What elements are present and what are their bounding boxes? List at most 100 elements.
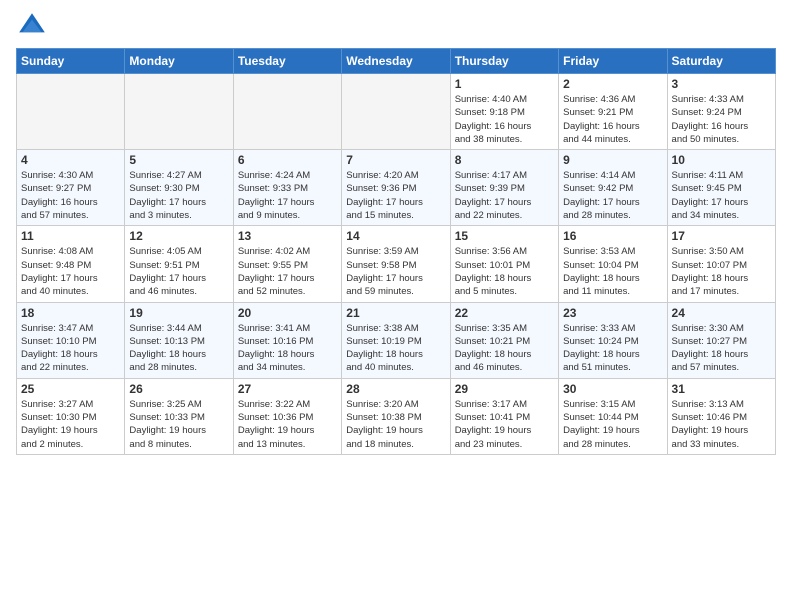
- weekday-tuesday: Tuesday: [233, 49, 341, 74]
- weekday-wednesday: Wednesday: [342, 49, 450, 74]
- day-info: Sunrise: 4:20 AM Sunset: 9:36 PM Dayligh…: [346, 169, 445, 222]
- calendar-cell: 8 Sunrise: 4:17 AM Sunset: 9:39 PM Daylig…: [450, 150, 558, 226]
- day-number: 17: [672, 229, 771, 243]
- day-info: Sunrise: 3:27 AM Sunset: 10:30 PM Daylig…: [21, 398, 120, 451]
- day-info: Sunrise: 4:40 AM Sunset: 9:18 PM Dayligh…: [455, 93, 554, 146]
- day-info: Sunrise: 4:36 AM Sunset: 9:21 PM Dayligh…: [563, 93, 662, 146]
- calendar-cell: 20 Sunrise: 3:41 AM Sunset: 10:16 PM Dayl…: [233, 302, 341, 378]
- calendar-cell: 2 Sunrise: 4:36 AM Sunset: 9:21 PM Daylig…: [559, 74, 667, 150]
- day-info: Sunrise: 3:17 AM Sunset: 10:41 PM Daylig…: [455, 398, 554, 451]
- calendar-cell: 29Sunrise: 3:17 AM Sunset: 10:41 PM Dayl…: [450, 378, 558, 454]
- calendar-cell: 12 Sunrise: 4:05 AM Sunset: 9:51 PM Dayli…: [125, 226, 233, 302]
- day-info: Sunrise: 3:20 AM Sunset: 10:38 PM Daylig…: [346, 398, 445, 451]
- calendar-cell: 7 Sunrise: 4:20 AM Sunset: 9:36 PM Daylig…: [342, 150, 450, 226]
- calendar-cell: 19Sunrise: 3:44 AM Sunset: 10:13 PM Dayl…: [125, 302, 233, 378]
- day-info: Sunrise: 3:56 AM Sunset: 10:01 PM Daylig…: [455, 245, 554, 298]
- calendar-cell: 3 Sunrise: 4:33 AM Sunset: 9:24 PM Daylig…: [667, 74, 775, 150]
- day-number: 12: [129, 229, 228, 243]
- day-info: Sunrise: 3:25 AM Sunset: 10:33 PM Daylig…: [129, 398, 228, 451]
- day-number: 4: [21, 153, 120, 167]
- calendar-cell: 26 Sunrise: 3:25 AM Sunset: 10:33 PM Dayl…: [125, 378, 233, 454]
- calendar-cell: [125, 74, 233, 150]
- calendar-cell: 27 Sunrise: 3:22 AM Sunset: 10:36 PM Dayl…: [233, 378, 341, 454]
- calendar-cell: 1 Sunrise: 4:40 AM Sunset: 9:18 PM Daylig…: [450, 74, 558, 150]
- day-number: 1: [455, 77, 554, 91]
- weekday-header-row: SundayMondayTuesdayWednesdayThursdayFrid…: [17, 49, 776, 74]
- day-number: 27: [238, 382, 337, 396]
- calendar-week-2: 4 Sunrise: 4:30 AM Sunset: 9:27 PM Daylig…: [17, 150, 776, 226]
- day-info: Sunrise: 3:38 AM Sunset: 10:19 PM Daylig…: [346, 322, 445, 375]
- calendar: SundayMondayTuesdayWednesdayThursdayFrid…: [16, 48, 776, 455]
- day-number: 18: [21, 306, 120, 320]
- day-info: Sunrise: 3:59 AM Sunset: 9:58 PM Dayligh…: [346, 245, 445, 298]
- day-number: 26: [129, 382, 228, 396]
- calendar-week-1: 1 Sunrise: 4:40 AM Sunset: 9:18 PM Daylig…: [17, 74, 776, 150]
- day-number: 14: [346, 229, 445, 243]
- day-number: 9: [563, 153, 662, 167]
- calendar-cell: [17, 74, 125, 150]
- day-number: 8: [455, 153, 554, 167]
- calendar-cell: 31 Sunrise: 3:13 AM Sunset: 10:46 PM Dayl…: [667, 378, 775, 454]
- day-info: Sunrise: 4:33 AM Sunset: 9:24 PM Dayligh…: [672, 93, 771, 146]
- calendar-cell: 30Sunrise: 3:15 AM Sunset: 10:44 PM Dayl…: [559, 378, 667, 454]
- day-info: Sunrise: 3:47 AM Sunset: 10:10 PM Daylig…: [21, 322, 120, 375]
- calendar-cell: 25 Sunrise: 3:27 AM Sunset: 10:30 PM Dayl…: [17, 378, 125, 454]
- day-info: Sunrise: 3:13 AM Sunset: 10:46 PM Daylig…: [672, 398, 771, 451]
- calendar-cell: 16Sunrise: 3:53 AM Sunset: 10:04 PM Dayl…: [559, 226, 667, 302]
- day-number: 7: [346, 153, 445, 167]
- weekday-saturday: Saturday: [667, 49, 775, 74]
- day-info: Sunrise: 4:05 AM Sunset: 9:51 PM Dayligh…: [129, 245, 228, 298]
- day-info: Sunrise: 3:41 AM Sunset: 10:16 PM Daylig…: [238, 322, 337, 375]
- calendar-cell: 5 Sunrise: 4:27 AM Sunset: 9:30 PM Daylig…: [125, 150, 233, 226]
- day-info: Sunrise: 4:14 AM Sunset: 9:42 PM Dayligh…: [563, 169, 662, 222]
- day-info: Sunrise: 3:15 AM Sunset: 10:44 PM Daylig…: [563, 398, 662, 451]
- calendar-cell: 18 Sunrise: 3:47 AM Sunset: 10:10 PM Dayl…: [17, 302, 125, 378]
- day-info: Sunrise: 3:30 AM Sunset: 10:27 PM Daylig…: [672, 322, 771, 375]
- day-number: 16: [563, 229, 662, 243]
- day-number: 13: [238, 229, 337, 243]
- calendar-cell: 6Sunrise: 4:24 AM Sunset: 9:33 PM Daylig…: [233, 150, 341, 226]
- page: SundayMondayTuesdayWednesdayThursdayFrid…: [0, 0, 792, 612]
- day-number: 21: [346, 306, 445, 320]
- day-info: Sunrise: 4:17 AM Sunset: 9:39 PM Dayligh…: [455, 169, 554, 222]
- header: [16, 10, 776, 42]
- day-number: 31: [672, 382, 771, 396]
- calendar-cell: 4 Sunrise: 4:30 AM Sunset: 9:27 PM Daylig…: [17, 150, 125, 226]
- day-number: 15: [455, 229, 554, 243]
- calendar-cell: 13 Sunrise: 4:02 AM Sunset: 9:55 PM Dayli…: [233, 226, 341, 302]
- day-number: 2: [563, 77, 662, 91]
- calendar-week-5: 25 Sunrise: 3:27 AM Sunset: 10:30 PM Dayl…: [17, 378, 776, 454]
- calendar-cell: [342, 74, 450, 150]
- day-number: 11: [21, 229, 120, 243]
- calendar-cell: 9 Sunrise: 4:14 AM Sunset: 9:42 PM Daylig…: [559, 150, 667, 226]
- day-info: Sunrise: 3:50 AM Sunset: 10:07 PM Daylig…: [672, 245, 771, 298]
- day-number: 10: [672, 153, 771, 167]
- calendar-week-4: 18 Sunrise: 3:47 AM Sunset: 10:10 PM Dayl…: [17, 302, 776, 378]
- day-info: Sunrise: 4:27 AM Sunset: 9:30 PM Dayligh…: [129, 169, 228, 222]
- weekday-thursday: Thursday: [450, 49, 558, 74]
- weekday-monday: Monday: [125, 49, 233, 74]
- day-info: Sunrise: 3:35 AM Sunset: 10:21 PM Daylig…: [455, 322, 554, 375]
- day-number: 25: [21, 382, 120, 396]
- logo: [16, 10, 52, 42]
- logo-icon: [16, 10, 48, 42]
- day-number: 3: [672, 77, 771, 91]
- weekday-sunday: Sunday: [17, 49, 125, 74]
- day-info: Sunrise: 4:30 AM Sunset: 9:27 PM Dayligh…: [21, 169, 120, 222]
- calendar-cell: 15 Sunrise: 3:56 AM Sunset: 10:01 PM Dayl…: [450, 226, 558, 302]
- day-info: Sunrise: 4:02 AM Sunset: 9:55 PM Dayligh…: [238, 245, 337, 298]
- calendar-cell: 17 Sunrise: 3:50 AM Sunset: 10:07 PM Dayl…: [667, 226, 775, 302]
- day-number: 5: [129, 153, 228, 167]
- calendar-cell: 14 Sunrise: 3:59 AM Sunset: 9:58 PM Dayli…: [342, 226, 450, 302]
- calendar-cell: 11Sunrise: 4:08 AM Sunset: 9:48 PM Dayli…: [17, 226, 125, 302]
- day-info: Sunrise: 3:33 AM Sunset: 10:24 PM Daylig…: [563, 322, 662, 375]
- day-number: 24: [672, 306, 771, 320]
- day-info: Sunrise: 3:44 AM Sunset: 10:13 PM Daylig…: [129, 322, 228, 375]
- weekday-friday: Friday: [559, 49, 667, 74]
- calendar-cell: 24 Sunrise: 3:30 AM Sunset: 10:27 PM Dayl…: [667, 302, 775, 378]
- day-number: 20: [238, 306, 337, 320]
- calendar-cell: 22Sunrise: 3:35 AM Sunset: 10:21 PM Dayl…: [450, 302, 558, 378]
- calendar-cell: 28Sunrise: 3:20 AM Sunset: 10:38 PM Dayl…: [342, 378, 450, 454]
- day-info: Sunrise: 3:22 AM Sunset: 10:36 PM Daylig…: [238, 398, 337, 451]
- calendar-week-3: 11Sunrise: 4:08 AM Sunset: 9:48 PM Dayli…: [17, 226, 776, 302]
